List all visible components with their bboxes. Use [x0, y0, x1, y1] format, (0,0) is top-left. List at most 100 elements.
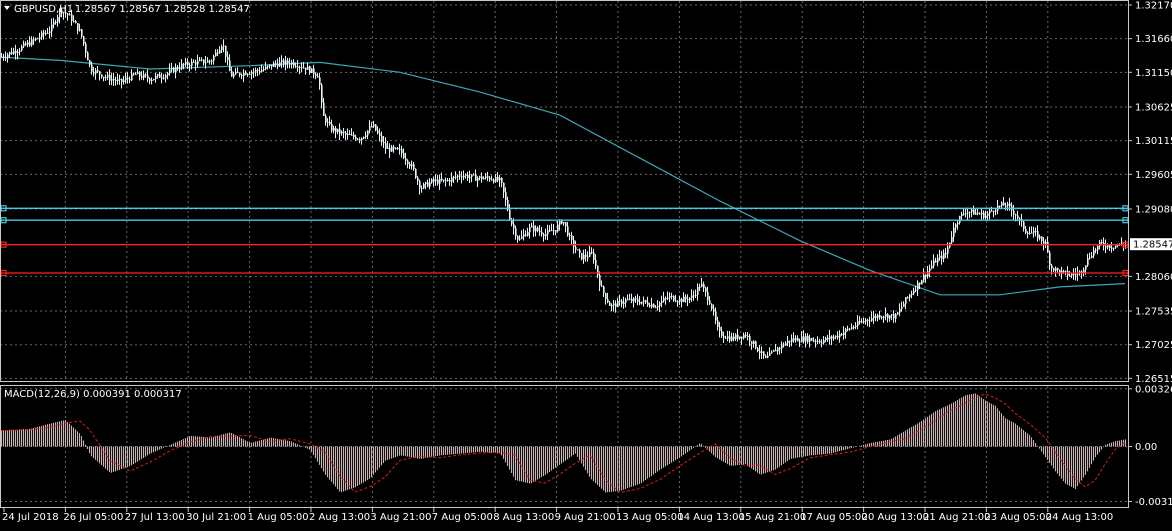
candle-body — [543, 234, 545, 237]
candle-body — [911, 293, 913, 295]
candle-body — [215, 52, 217, 56]
candle-body — [213, 56, 215, 61]
candle-body — [477, 178, 479, 181]
candle-body — [21, 46, 23, 51]
candle-body — [857, 321, 859, 326]
candle-body — [99, 71, 101, 75]
candle-body — [881, 316, 883, 318]
candle-body — [791, 338, 793, 342]
candle-body — [361, 138, 363, 141]
candle-body — [189, 65, 191, 67]
candle-body — [989, 210, 991, 214]
candle-body — [1001, 202, 1003, 206]
candle-body — [691, 295, 693, 298]
candle-body — [179, 68, 181, 70]
candle-body — [5, 57, 7, 59]
candle-body — [559, 220, 561, 225]
candle-body — [755, 341, 757, 349]
candle-body — [967, 212, 969, 214]
candle-body — [907, 297, 909, 299]
price-axis-label: 1.29605 — [1135, 170, 1172, 181]
candle-body — [307, 66, 309, 70]
candle-body — [645, 300, 647, 303]
candle-body — [193, 61, 195, 63]
candle-body — [945, 253, 947, 254]
candle-body — [523, 234, 525, 237]
candle-body — [363, 137, 365, 139]
candle-body — [73, 21, 75, 23]
candle-body — [865, 319, 867, 322]
candle-body — [195, 62, 197, 65]
candle-body — [15, 51, 17, 54]
candle-body — [939, 255, 941, 258]
candle-body — [277, 63, 279, 67]
candle-body — [105, 77, 107, 78]
candle-body — [899, 308, 901, 313]
candle-body — [977, 212, 979, 214]
candle-body — [451, 177, 453, 182]
candle-body — [91, 64, 93, 72]
candle-body — [53, 22, 55, 25]
candle-body — [167, 73, 169, 76]
candle-body — [47, 32, 49, 34]
candle-body — [979, 213, 981, 215]
candle-body — [619, 300, 621, 302]
candle-body — [449, 180, 451, 182]
candle-body — [3, 56, 5, 58]
candle-body — [199, 59, 201, 61]
candle-body — [317, 76, 319, 78]
candle-body — [235, 71, 237, 75]
candle-body — [1105, 245, 1107, 248]
candle-body — [891, 314, 893, 316]
candle-body — [925, 274, 927, 277]
candle-body — [371, 126, 373, 128]
candle-body — [1053, 268, 1055, 271]
candle-body — [455, 176, 457, 178]
candle-body — [425, 182, 427, 184]
candle-body — [527, 232, 529, 236]
candle-body — [131, 73, 133, 81]
candle-body — [269, 64, 271, 66]
candle-body — [931, 265, 933, 269]
candle-body — [1089, 257, 1091, 259]
candle-body — [395, 148, 397, 149]
candle-body — [741, 336, 743, 339]
candle-body — [687, 298, 689, 301]
candle-body — [871, 318, 873, 321]
candle-body — [153, 79, 155, 81]
candle-body — [951, 236, 953, 243]
candle-body — [957, 222, 959, 225]
candle-body — [789, 340, 791, 342]
candle-body — [919, 282, 921, 285]
candle-body — [465, 175, 467, 176]
candle-body — [1057, 268, 1059, 270]
price-axis-label: 1.31150 — [1135, 68, 1172, 79]
candle-body — [747, 336, 749, 337]
candle-body — [207, 60, 209, 63]
candle-body — [963, 213, 965, 215]
candle-body — [289, 63, 291, 65]
candle-body — [177, 67, 179, 69]
candle-body — [801, 336, 803, 342]
candle-body — [325, 115, 327, 123]
candle-body — [567, 226, 569, 236]
candle-body — [409, 164, 411, 167]
candle-body — [33, 39, 35, 41]
macd-axis-label: 0.003262 — [1135, 384, 1172, 395]
candle-body — [999, 205, 1001, 207]
candle-body — [737, 334, 739, 339]
candle-body — [79, 29, 81, 31]
chart-root: 1.32170 1.31660 1.31150 1.30625 1.30115 1.296… — [0, 0, 1172, 527]
time-axis-label: 15 Aug 21:00 — [739, 512, 806, 523]
candle-body — [231, 71, 233, 77]
candle-body — [965, 213, 967, 215]
candle-body — [901, 306, 903, 309]
candle-body — [31, 39, 33, 46]
trading-chart[interactable]: 1.32170 1.31660 1.31150 1.30625 1.30115 1.296… — [0, 0, 1172, 527]
candle-body — [443, 179, 445, 181]
candle-body — [889, 315, 891, 319]
candle-body — [503, 182, 505, 193]
candle-body — [353, 134, 355, 137]
candle-body — [1009, 203, 1011, 207]
candle-body — [515, 228, 517, 237]
